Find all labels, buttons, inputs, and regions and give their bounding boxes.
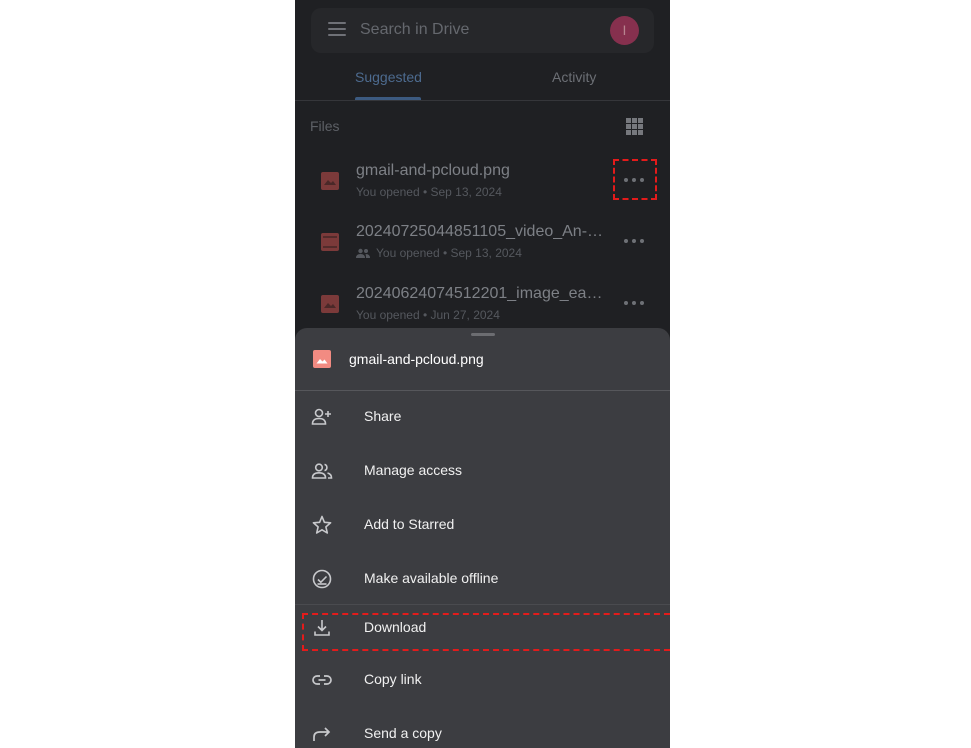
file-name[interactable]: 20240624074512201_image_ea3b… [356, 285, 611, 303]
menu-item-add-to-starred[interactable]: Add to Starred [295, 502, 670, 550]
people-icon [311, 463, 333, 479]
hamburger-menu-icon[interactable] [328, 22, 346, 39]
more-options-icon[interactable] [624, 295, 644, 311]
divider [295, 390, 670, 391]
person-add-icon [311, 408, 331, 425]
tab-activity[interactable]: Activity [552, 69, 596, 85]
tab-bar: Suggested Activity [295, 60, 670, 101]
image-icon [321, 172, 339, 190]
menu-item-label: Manage access [364, 462, 463, 478]
link-icon [312, 675, 332, 685]
offline-check-icon [312, 569, 332, 589]
share-arrow-icon [313, 727, 331, 741]
file-meta: You opened • Sep 13, 2024 [356, 246, 522, 260]
search-placeholder[interactable]: Search in Drive [360, 21, 469, 39]
grid-view-icon[interactable] [626, 118, 643, 135]
menu-item-label: Add to Starred [364, 516, 455, 532]
bottom-sheet: gmail-and-pcloud.png Share Manage access… [295, 328, 670, 748]
shared-people-icon [356, 248, 370, 258]
tab-suggested[interactable]: Suggested [355, 69, 422, 85]
active-tab-indicator [355, 97, 421, 100]
menu-item-send-a-copy[interactable]: Send a copy [295, 711, 670, 748]
menu-item-label: Make available offline [364, 570, 499, 586]
drag-handle[interactable] [471, 333, 495, 336]
avatar[interactable]: I [610, 16, 639, 45]
file-meta-text: You opened • Sep 13, 2024 [376, 246, 522, 260]
file-meta: You opened • Sep 13, 2024 [356, 185, 502, 199]
file-name[interactable]: gmail-and-pcloud.png [356, 162, 611, 180]
search-bar[interactable]: Search in Drive I [311, 8, 654, 53]
file-meta: You opened • Jun 27, 2024 [356, 308, 500, 322]
star-icon [312, 515, 332, 534]
image-icon [313, 350, 331, 368]
highlight-download [302, 613, 670, 651]
file-name[interactable]: 20240725044851105_video_An-K… [356, 223, 611, 241]
menu-item-share[interactable]: Share [295, 394, 670, 442]
highlight-more-options [613, 159, 657, 200]
menu-item-label: Send a copy [364, 725, 442, 741]
sheet-title: gmail-and-pcloud.png [349, 351, 484, 367]
menu-item-label: Copy link [364, 671, 422, 687]
menu-item-label: Share [364, 408, 402, 424]
image-icon [321, 295, 339, 313]
video-icon [321, 233, 339, 251]
menu-item-make-available-offline[interactable]: Make available offline [295, 556, 670, 604]
file-row[interactable]: 20240725044851105_video_An-K… You opened… [295, 223, 670, 283]
drive-app: Search in Drive I Suggested Activity Fil… [295, 0, 670, 748]
more-options-icon[interactable] [624, 233, 644, 249]
menu-item-manage-access[interactable]: Manage access [295, 448, 670, 496]
files-section-label: Files [310, 118, 340, 134]
menu-item-copy-link[interactable]: Copy link [295, 657, 670, 705]
